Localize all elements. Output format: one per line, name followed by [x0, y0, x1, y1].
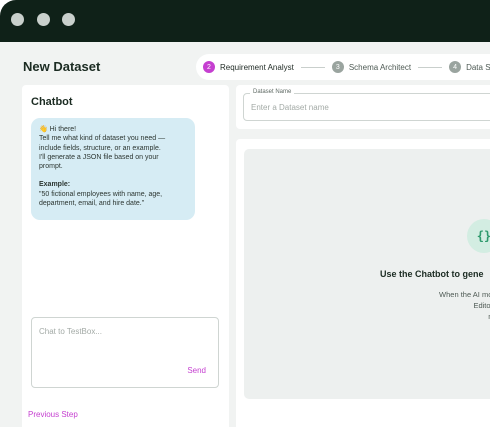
assistant-message-bubble: 👋 Hi there! Tell me what kind of dataset…	[31, 118, 195, 220]
dataset-name-panel: Dataset Name Enter a Dataset name	[236, 85, 490, 129]
chat-input-placeholder: Chat to TestBox...	[39, 327, 102, 336]
message-line: Tell me what kind of dataset you need —	[39, 135, 166, 143]
step-label: Data Synth	[466, 62, 490, 72]
window-control-dot[interactable]	[37, 13, 50, 26]
previous-step-link[interactable]: Previous Step	[28, 410, 78, 419]
description-line: When the AI model gives yo	[439, 290, 490, 299]
step-label: Schema Architect	[348, 62, 412, 72]
step-requirement-analyst[interactable]: 2 Requirement Analyst	[203, 61, 294, 73]
dataset-name-placeholder: Enter a Dataset name	[251, 103, 329, 112]
dataset-name-label: Dataset Name	[250, 89, 295, 95]
step-label: Requirement Analyst	[220, 62, 294, 72]
message-line: I'll generate a JSON file based on your	[39, 153, 159, 161]
app-window: New Dataset 2 Requirement Analyst 3 Sche…	[0, 0, 490, 427]
empty-state-description: When the AI model gives yo Editor" to se…	[382, 289, 490, 322]
message-line: include fields, structure, or an example…	[39, 144, 161, 152]
step-connector	[418, 66, 443, 68]
editor-empty-state: {} Use the Chatbot to gene When the AI m…	[244, 149, 490, 399]
example-line: "50 fictional employees with name, age,	[39, 190, 163, 198]
message-greeting: 👋 Hi there!	[39, 126, 77, 133]
window-control-dot[interactable]	[11, 13, 24, 26]
example-label: Example:	[39, 181, 71, 189]
chatbot-panel: Chatbot 👋 Hi there! Tell me what kind of…	[22, 85, 229, 427]
title-bar	[0, 0, 490, 42]
message-example: Example: "50 fictional employees with na…	[39, 180, 187, 208]
json-editor-panel: {} Use the Chatbot to gene When the AI m…	[236, 139, 490, 427]
empty-state-title: Use the Chatbot to gene	[380, 269, 484, 279]
step-number: 4	[449, 61, 462, 73]
step-number: 3	[331, 61, 344, 73]
dataset-name-input[interactable]: Dataset Name Enter a Dataset name	[243, 89, 490, 121]
json-braces-icon: {}	[467, 219, 490, 253]
step-data-synth[interactable]: 4 Data Synth	[449, 61, 490, 73]
chat-input[interactable]: Chat to TestBox... Send	[31, 317, 219, 388]
step-connector	[300, 66, 325, 68]
description-line: make small c	[382, 311, 490, 322]
chatbot-title: Chatbot	[31, 96, 73, 108]
step-schema-architect[interactable]: 3 Schema Architect	[331, 61, 412, 73]
step-indicator: 2 Requirement Analyst 3 Schema Architect…	[196, 54, 490, 80]
app-content: New Dataset 2 Requirement Analyst 3 Sche…	[0, 42, 490, 427]
message-line: prompt.	[39, 163, 63, 171]
page-title: New Dataset	[23, 59, 101, 74]
example-line: department, email, and hire date."	[39, 200, 145, 208]
description-line: Editor" to see it in	[473, 301, 490, 310]
window-control-dot[interactable]	[62, 13, 75, 26]
message-intro: 👋 Hi there! Tell me what kind of dataset…	[39, 125, 187, 171]
send-button[interactable]: Send	[187, 366, 206, 375]
step-number: 2	[203, 61, 215, 73]
